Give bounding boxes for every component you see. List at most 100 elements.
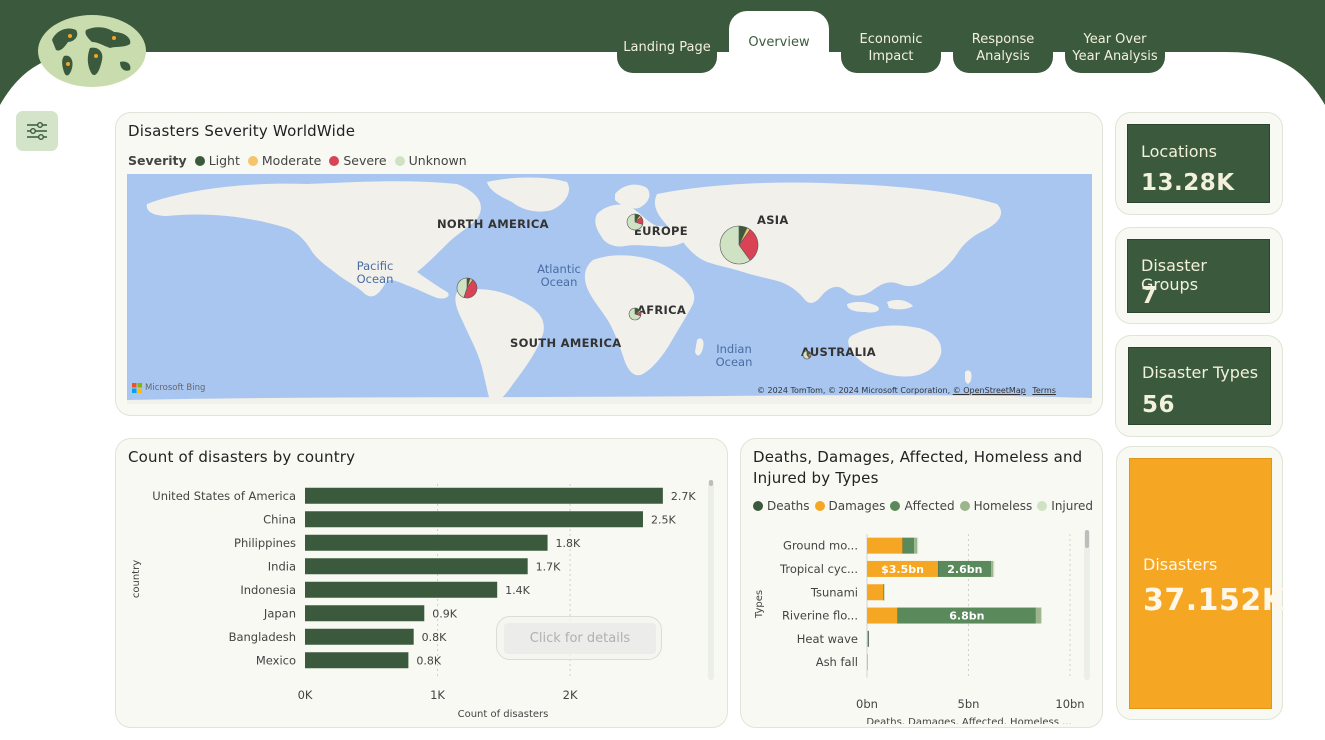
map-card: Disasters Severity WorldWide Severity Li…: [115, 112, 1103, 416]
segment-riverine-flo-damages[interactable]: [867, 607, 898, 624]
legend-item-unknown[interactable]: Unknown: [394, 153, 467, 168]
x-tick-label: 1K: [430, 688, 445, 702]
openstreetmap-link[interactable]: © OpenStreetMap: [953, 386, 1026, 395]
category-label-mexico: Mexico: [256, 653, 296, 667]
segment-ground-mo-affected[interactable]: [902, 537, 915, 554]
data-label-bangladesh: 0.8K: [422, 631, 447, 644]
bar-mexico[interactable]: [305, 652, 409, 669]
category-label-ash-fall: Ash fall: [816, 655, 858, 669]
data-label-india: 1.7K: [536, 560, 561, 573]
bar-china[interactable]: [305, 511, 643, 528]
map-attribution: © 2024 TomTom, © 2024 Microsoft Corporat…: [757, 386, 1056, 395]
pie-australia[interactable]: [802, 350, 812, 360]
data-label-tropical-cyc-damages: $3.5bn: [881, 563, 924, 576]
scrollbar-thumb[interactable]: [709, 480, 713, 486]
legend-item-deaths[interactable]: Deaths: [753, 499, 810, 513]
kpi-locations-value: 13.28K: [1141, 170, 1235, 196]
segment-ground-mo-injured[interactable]: [917, 537, 919, 554]
map-card-title: Disasters Severity WorldWide: [128, 122, 356, 140]
scrollbar-track[interactable]: [1084, 530, 1090, 680]
sliders-icon: [27, 122, 47, 140]
legend-item-severe[interactable]: Severe: [329, 153, 387, 168]
kpi-disasters-label: Disasters: [1143, 555, 1218, 574]
bing-logo: Microsoft Bing: [132, 383, 205, 393]
kpi-groups-card: Disaster Groups 7: [1115, 227, 1283, 324]
tab-overview[interactable]: Overview: [729, 11, 829, 73]
click-for-details-button[interactable]: Click for details: [496, 616, 662, 660]
pie-north-america[interactable]: [456, 277, 478, 299]
kpi-groups-value: 7: [1141, 283, 1158, 309]
bar-japan[interactable]: [305, 605, 425, 622]
legend-item-affected[interactable]: Affected: [890, 499, 955, 513]
category-label-heat-wave: Heat wave: [797, 632, 858, 646]
impact-legend: Deaths Damages Affected Homeless Injured: [753, 499, 1093, 513]
segment-ground-mo-homeless[interactable]: [914, 537, 918, 554]
kpi-types-card: Disaster Types 56: [1115, 335, 1283, 437]
x-axis-label: Deaths, Damages, Affected, Homeless ...: [866, 717, 1071, 724]
x-axis-label: Count of disasters: [458, 709, 549, 720]
bar-india[interactable]: [305, 558, 528, 575]
microsoft-logo-icon: [132, 383, 142, 393]
x-tick-label: 5bn: [958, 697, 980, 711]
segment-tsunami-damages[interactable]: [867, 584, 884, 601]
legend-item-moderate[interactable]: Moderate: [247, 153, 321, 168]
globe-logo-icon: [38, 15, 146, 87]
stack-card-title: Deaths, Damages, Affected, Homeless and …: [753, 448, 1083, 487]
category-label-ground-mo: Ground mo...: [783, 539, 858, 553]
impact-bar-card: Deaths, Damages, Affected, Homeless and …: [740, 438, 1103, 728]
segment-ground-mo-damages[interactable]: [867, 537, 903, 554]
category-label-riverine-flo: Riverine flo...: [782, 609, 858, 623]
category-label-china: China: [263, 512, 296, 526]
category-label-bangladesh: Bangladesh: [229, 630, 296, 644]
bar-bangladesh[interactable]: [305, 628, 414, 645]
filter-button[interactable]: [16, 111, 58, 151]
category-label-united-states-of-america: United States of America: [152, 489, 296, 503]
data-label-mexico: 0.8K: [416, 654, 441, 667]
kpi-types-value: 56: [1142, 392, 1176, 418]
tab-year-over-year-analysis[interactable]: Year Over Year Analysis: [1065, 22, 1165, 73]
x-tick-label: 0K: [298, 688, 313, 702]
segment-tropical-cyc-injured[interactable]: [993, 560, 995, 577]
data-label-japan: 0.9K: [432, 607, 457, 620]
x-tick-label: 2K: [563, 688, 578, 702]
scrollbar-track[interactable]: [708, 480, 714, 680]
dashboard: Landing Page Overview Economic Impact Re…: [0, 0, 1325, 740]
tab-economic-impact[interactable]: Economic Impact: [841, 22, 941, 73]
segment-tropical-cyc-homeless[interactable]: [991, 560, 994, 577]
bar-indonesia[interactable]: [305, 581, 498, 598]
bar-philippines[interactable]: [305, 534, 548, 551]
category-label-tsunami: Tsunami: [810, 585, 858, 599]
scrollbar-thumb[interactable]: [1085, 530, 1089, 548]
impact-stacked-bar-chart[interactable]: 0bn 5bn 10bn Ground mo... Tropical cyc... $3.…: [741, 524, 1096, 724]
severity-pies[interactable]: [127, 174, 1092, 404]
legend-item-homeless[interactable]: Homeless: [959, 499, 1032, 513]
data-label-riverine-flo-affected: 6.8bn: [949, 610, 984, 623]
kpi-groups-label: Disaster Groups: [1141, 256, 1207, 294]
segment-riverine-flo-injured[interactable]: [1040, 607, 1042, 624]
tab-response-analysis[interactable]: Response Analysis: [953, 22, 1053, 73]
segment-riverine-flo-homeless[interactable]: [1035, 607, 1041, 624]
legend-item-light[interactable]: Light: [194, 153, 240, 168]
segment-tsunami-injured[interactable]: [884, 584, 885, 601]
kpi-types: Disaster Types 56: [1128, 347, 1271, 425]
data-label-china: 2.5K: [651, 513, 676, 526]
terms-link[interactable]: Terms: [1032, 386, 1056, 395]
pie-europe[interactable]: [626, 213, 644, 231]
kpi-disasters-value: 37.152K: [1143, 583, 1286, 618]
kpi-locations: Locations 13.28K: [1127, 124, 1270, 203]
category-label-tropical-cyc: Tropical cyc...: [779, 562, 858, 576]
click-for-details-label: Click for details: [504, 623, 656, 654]
segment-heat-wave-deaths[interactable]: [868, 630, 869, 647]
kpi-groups: Disaster Groups 7: [1127, 239, 1270, 313]
pie-asia[interactable]: [719, 225, 759, 265]
legend-item-injured[interactable]: Injured: [1037, 499, 1093, 513]
tab-landing-page[interactable]: Landing Page: [617, 22, 717, 73]
y-axis-label: Types: [754, 590, 765, 619]
world-map[interactable]: NORTH AMERICA EUROPE ASIA AFRICA SOUTH A…: [127, 174, 1092, 404]
severity-legend: Severity Light Moderate Severe Unknown: [128, 153, 467, 168]
bar-united-states-of-america[interactable]: [305, 487, 663, 504]
country-bar-chart[interactable]: 0K 1K 2K United States of America 2.7K China 2…: [116, 476, 716, 721]
legend-item-damages[interactable]: Damages: [814, 499, 885, 513]
kpi-disasters: Disasters 37.152K: [1129, 458, 1285, 709]
pie-africa[interactable]: [628, 307, 642, 321]
